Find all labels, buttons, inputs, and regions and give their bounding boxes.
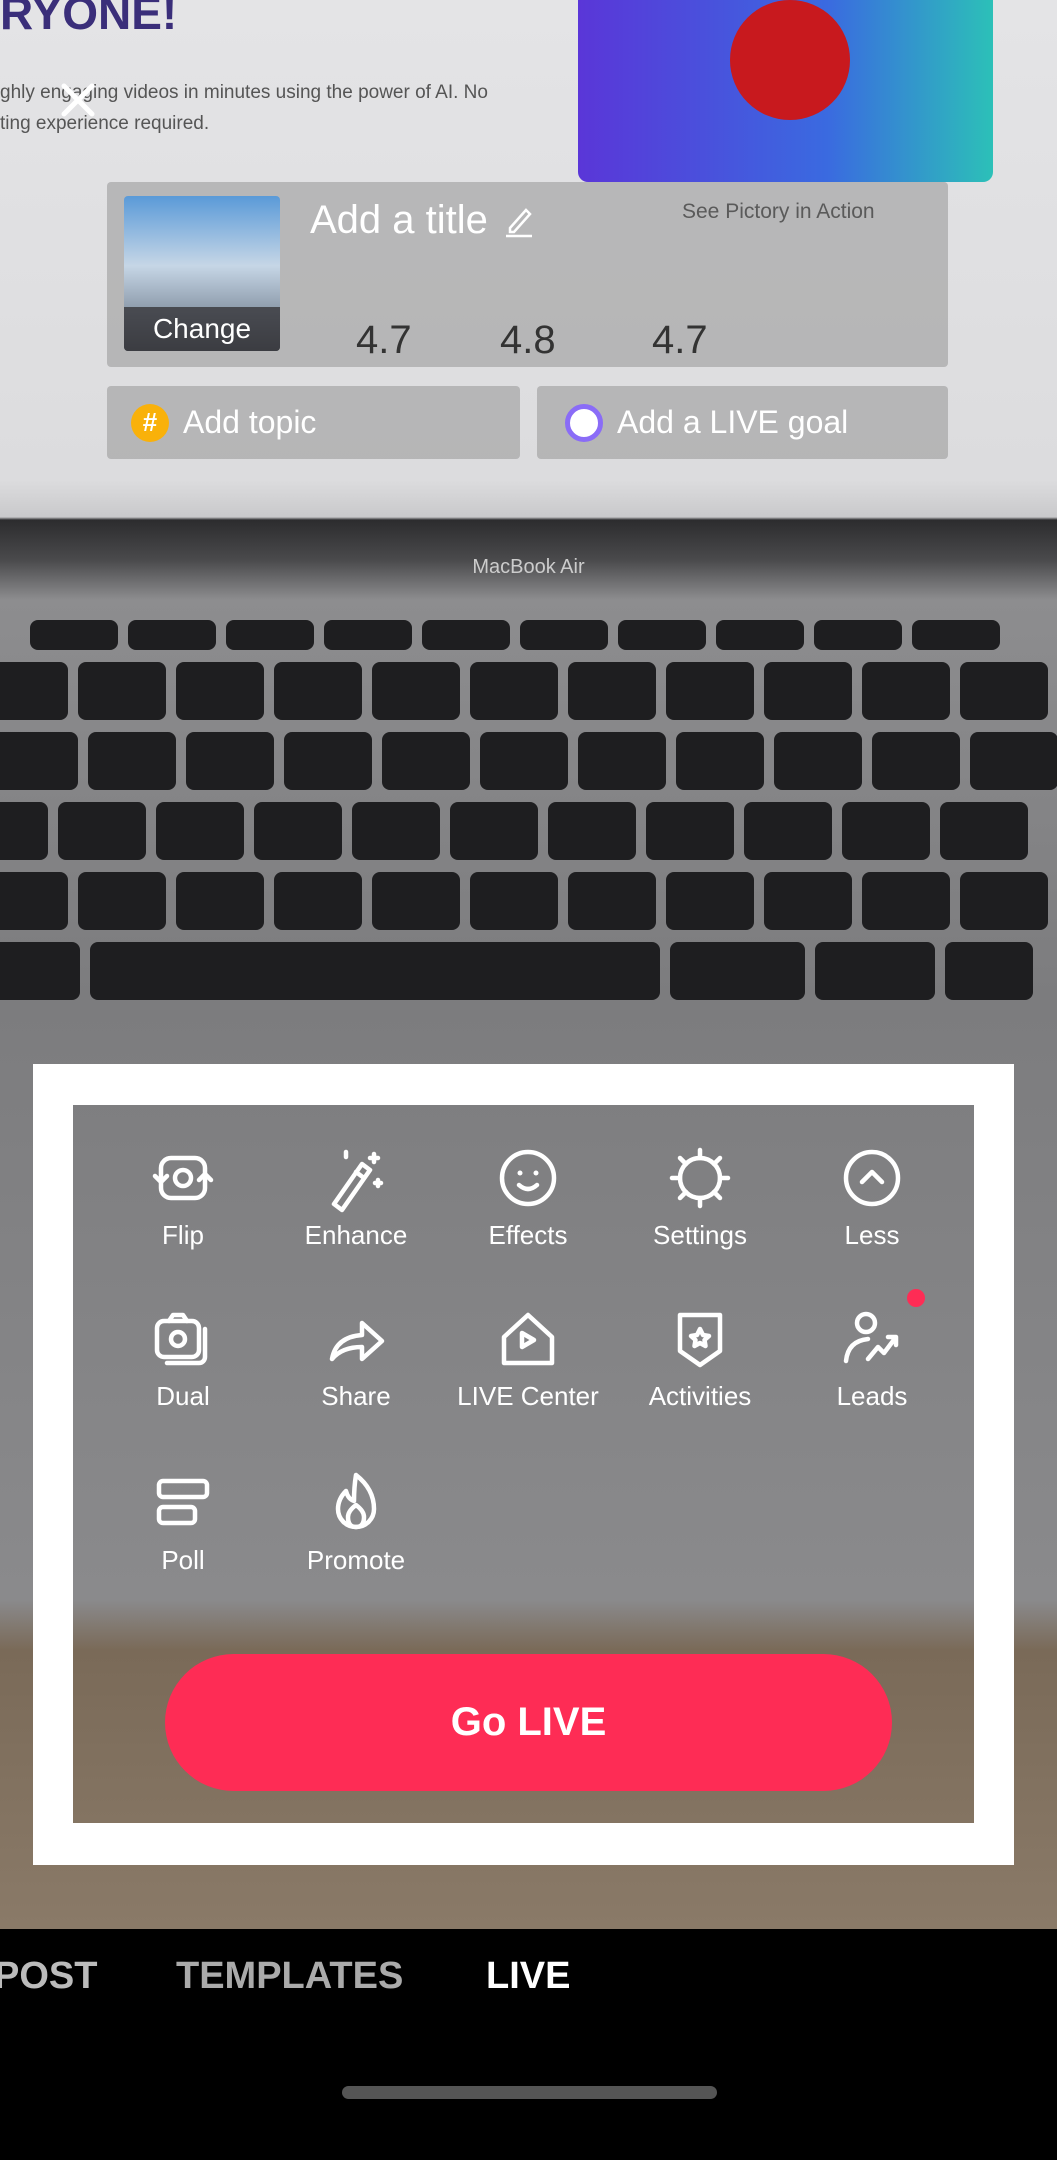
laptop-label: MacBook Air xyxy=(472,556,585,578)
tool-live-center-button[interactable]: LIVE Center xyxy=(443,1301,613,1412)
pencil-icon xyxy=(505,207,532,237)
flame-icon xyxy=(335,1472,377,1530)
close-icon[interactable] xyxy=(58,80,98,120)
cover-thumbnail[interactable]: Change xyxy=(124,196,280,351)
tool-label: Flip xyxy=(162,1220,204,1250)
bottom-mode-tabs: POST TEMPLATES LIVE xyxy=(0,1955,1057,2015)
share-arrow-icon xyxy=(329,1320,385,1362)
tool-label: Leads xyxy=(836,1381,908,1411)
screen-heading: RYONE! xyxy=(0,0,178,39)
see-action-text: See Pictory in Action xyxy=(682,200,875,223)
tool-activities-button[interactable]: Activities xyxy=(615,1301,785,1412)
tool-label: Settings xyxy=(653,1220,747,1250)
tool-label: Poll xyxy=(161,1545,205,1575)
tool-label: Activities xyxy=(648,1381,752,1411)
target-icon xyxy=(565,403,603,442)
add-live-goal-button[interactable]: Add a LIVE goal xyxy=(537,386,948,459)
tab-live[interactable]: LIVE xyxy=(486,1955,570,1998)
add-topic-button[interactable]: # Add topic xyxy=(107,386,520,459)
change-cover-button[interactable]: Change xyxy=(124,307,280,351)
dual-camera-icon xyxy=(154,1312,208,1366)
tool-label: Dual xyxy=(156,1381,210,1411)
tool-label: Promote xyxy=(306,1545,406,1575)
tool-less-button[interactable]: Less xyxy=(787,1140,957,1251)
tool-dual-button[interactable]: Dual xyxy=(98,1301,268,1412)
keyboard xyxy=(0,620,1057,1012)
tab-templates[interactable]: TEMPLATES xyxy=(176,1955,403,1998)
go-live-button[interactable]: Go LIVE xyxy=(165,1654,892,1791)
tool-share-button[interactable]: Share xyxy=(271,1301,441,1412)
smiley-icon xyxy=(499,1149,557,1207)
tool-settings-button[interactable]: Settings xyxy=(615,1140,785,1251)
screen-subtext: ting experience required. xyxy=(0,113,210,134)
title-input[interactable]: Add a title xyxy=(310,198,536,243)
gear-icon xyxy=(669,1147,731,1209)
chevron-up-circle-icon xyxy=(843,1149,901,1207)
add-goal-label: Add a LIVE goal xyxy=(617,404,849,440)
home-indicator[interactable] xyxy=(342,2086,717,2099)
flip-camera-icon xyxy=(152,1155,214,1201)
tool-promote-button[interactable]: Promote xyxy=(271,1465,441,1576)
tool-leads-button[interactable]: Leads xyxy=(787,1301,957,1412)
tool-poll-button[interactable]: Poll xyxy=(98,1465,268,1576)
poll-icon xyxy=(156,1478,210,1526)
rating: 4.7 xyxy=(652,318,708,362)
tool-label: Effects xyxy=(488,1220,568,1250)
person-trend-icon xyxy=(843,1311,899,1364)
tool-flip-button[interactable]: Flip xyxy=(98,1140,268,1251)
rating: 4.7 xyxy=(356,318,412,362)
tab-post[interactable]: POST xyxy=(0,1955,97,1998)
live-center-house-icon xyxy=(501,1312,555,1366)
tool-effects-button[interactable]: Effects xyxy=(443,1140,613,1251)
badge-star-icon xyxy=(677,1312,723,1368)
tool-label: Less xyxy=(844,1220,900,1250)
rating: 4.8 xyxy=(500,318,556,362)
tool-label: LIVE Center xyxy=(457,1381,599,1411)
add-topic-label: Add topic xyxy=(183,404,317,440)
tool-label: Share xyxy=(321,1381,391,1411)
title-placeholder: Add a title xyxy=(310,198,488,242)
hashtag-icon: # xyxy=(131,403,169,442)
tool-enhance-button[interactable]: Enhance xyxy=(271,1140,441,1251)
notification-dot xyxy=(907,1289,925,1307)
magic-wand-icon xyxy=(331,1149,384,1213)
screen-play-icon xyxy=(730,0,850,120)
tool-label: Enhance xyxy=(304,1220,408,1250)
